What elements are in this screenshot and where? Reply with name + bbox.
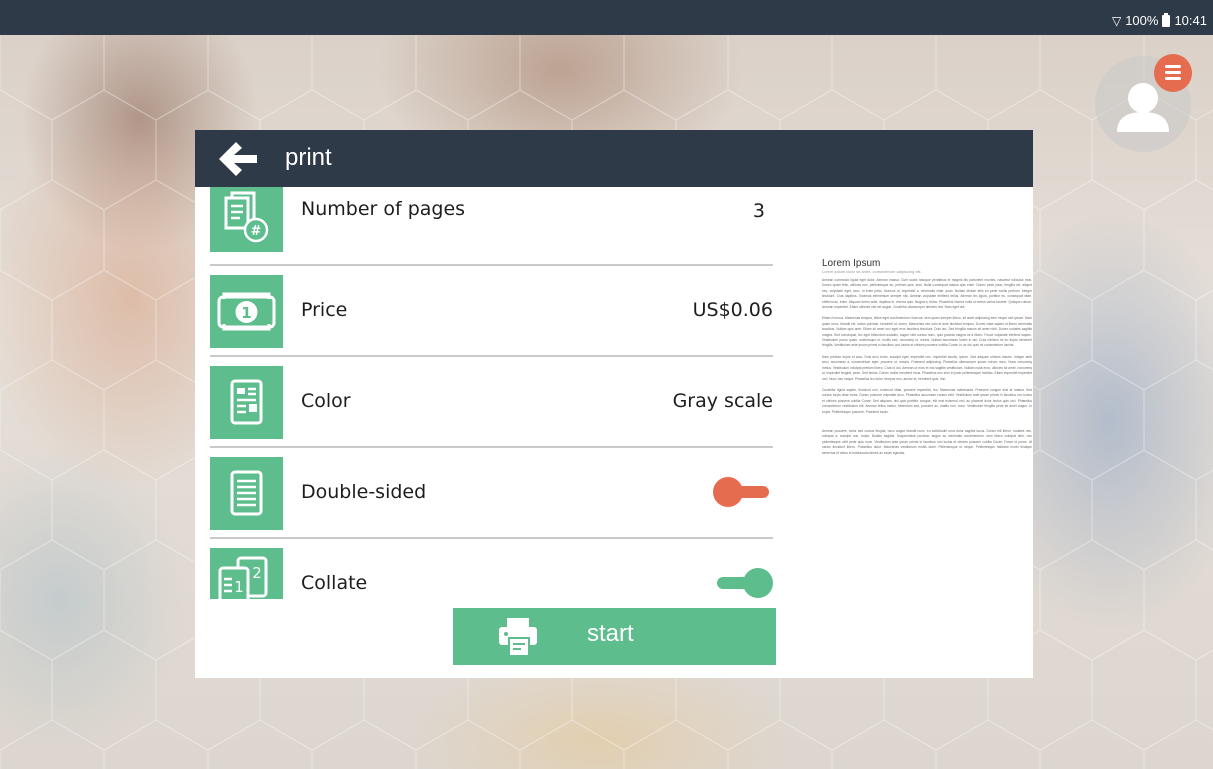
status-indicators: ▽ 100% 10:41	[1111, 12, 1207, 28]
page-title: print	[285, 144, 332, 171]
preview-paragraph: Etiam rhoncus. Maecenas tempus, tellus e…	[822, 316, 1032, 348]
document-layout-icon	[210, 366, 283, 439]
document-preview[interactable]: Lorem Ipsum Lorem ipsum dolor sit amet, …	[822, 258, 1032, 558]
clock: 10:41	[1174, 13, 1207, 28]
setting-row-color[interactable]: Color Gray scale	[210, 357, 773, 448]
setting-label: Collate	[301, 572, 368, 594]
svg-text:1: 1	[241, 304, 251, 322]
banknote-icon: 1	[210, 275, 283, 348]
svg-text:2: 2	[252, 564, 262, 582]
preview-paragraph: Aenean posuere, tortor sed cursus feugia…	[822, 428, 1032, 455]
battery-icon	[1162, 12, 1171, 27]
menu-line	[1165, 71, 1181, 74]
setting-label: Price	[301, 299, 348, 321]
setting-value: Gray scale	[672, 390, 773, 412]
battery-percentage: 100%	[1125, 13, 1159, 28]
dialog-header: print	[195, 130, 1033, 187]
document-lines-icon	[210, 457, 283, 530]
menu-line	[1165, 65, 1181, 68]
start-button-label: start	[587, 620, 634, 647]
menu-line	[1165, 77, 1181, 80]
menu-button[interactable]	[1154, 54, 1192, 92]
status-bar: ▽ 100% 10:41	[0, 0, 1213, 35]
collate-icon: 2 1	[210, 548, 283, 599]
setting-row-price[interactable]: 1 Price US$0.06	[210, 266, 773, 357]
printer-icon	[499, 618, 537, 657]
toggle-knob	[743, 568, 773, 598]
setting-value: US$0.06	[692, 299, 773, 321]
preview-title: Lorem Ipsum	[822, 258, 881, 269]
preview-subtitle: Lorem ipsum dolor sit amet, consectetuer…	[822, 269, 922, 274]
setting-row-double-sided[interactable]: Double-sided	[210, 448, 773, 539]
double-sided-toggle[interactable]	[713, 476, 773, 508]
setting-row-collate[interactable]: 2 1 Collate	[210, 539, 773, 599]
collate-toggle[interactable]	[713, 567, 773, 599]
setting-value: 3	[752, 200, 765, 222]
svg-text:1: 1	[234, 578, 244, 596]
preview-paragraph: Curabitur ligula sapien, tincidunt non, …	[822, 387, 1032, 414]
wifi-icon: ▽	[1111, 13, 1122, 28]
arrow-left-icon[interactable]	[217, 140, 259, 178]
start-button[interactable]: start	[453, 608, 776, 665]
svg-text:#: #	[251, 224, 262, 239]
pages-count-icon: #	[210, 187, 283, 252]
toggle-knob	[713, 477, 743, 507]
print-settings-list: # Number of pages 3 1 Price US$0.06 Colo…	[210, 187, 773, 599]
print-dialog: print # Number of pages 3 1 Price US$0.0…	[195, 130, 1033, 678]
preview-paragraph: Aenean commodo ligula eget dolor. Aenean…	[822, 278, 1032, 310]
setting-label: Number of pages	[301, 198, 466, 220]
setting-label: Color	[301, 390, 351, 412]
setting-row-number-of-pages[interactable]: # Number of pages 3	[210, 187, 773, 266]
setting-label: Double-sided	[301, 481, 427, 503]
preview-paragraph: Nam pretium turpis et arcu. Duis arcu to…	[822, 354, 1032, 381]
